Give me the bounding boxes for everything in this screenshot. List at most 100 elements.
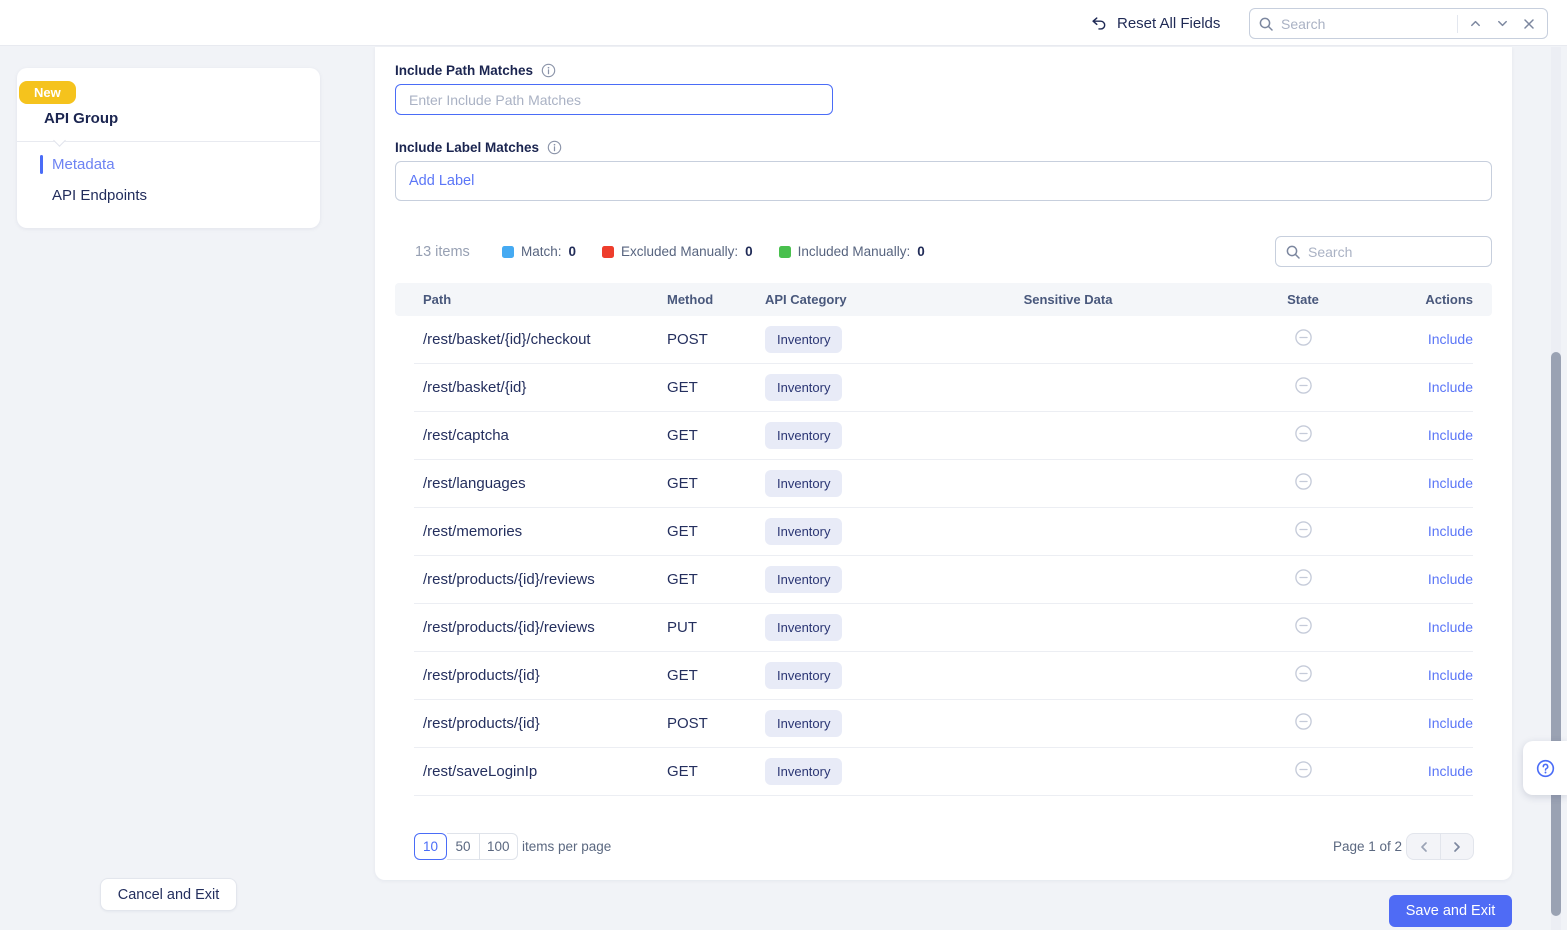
table-row: /rest/products/{id}/reviews PUT Inventor… — [414, 604, 1473, 652]
include-link[interactable]: Include — [1428, 523, 1473, 539]
column-header-state: State — [1211, 292, 1395, 307]
column-header-api-category: API Category — [765, 292, 925, 307]
table-row: /rest/memories GET Inventory Include — [414, 508, 1473, 556]
api-category-badge: Inventory — [765, 566, 842, 593]
add-label-button[interactable]: Add Label — [409, 173, 474, 189]
sidebar-item-api-endpoints[interactable]: API Endpoints — [17, 183, 320, 207]
endpoint-method: GET — [667, 571, 765, 588]
endpoint-method: GET — [667, 427, 765, 444]
page-size-option-50[interactable]: 50 — [447, 833, 480, 860]
sidebar-title: API Group — [44, 110, 118, 127]
sidebar-item-label: Metadata — [52, 156, 115, 173]
minus-circle-icon — [1294, 424, 1313, 443]
reset-all-fields-label: Reset All Fields — [1117, 15, 1220, 32]
legend-item: Included Manually:0 — [779, 244, 925, 259]
table-row: /rest/basket/{id} GET Inventory Include — [414, 364, 1473, 412]
include-link[interactable]: Include — [1428, 763, 1473, 779]
include-link[interactable]: Include — [1428, 715, 1473, 731]
include-link[interactable]: Include — [1428, 427, 1473, 443]
table-header: Path Method API Category Sensitive Data … — [395, 283, 1492, 316]
endpoint-method: GET — [667, 523, 765, 540]
info-icon[interactable] — [541, 63, 556, 78]
include-link[interactable]: Include — [1428, 379, 1473, 395]
api-category-badge: Inventory — [765, 662, 842, 689]
save-and-exit-button[interactable]: Save and Exit — [1389, 895, 1512, 927]
endpoint-method: POST — [667, 715, 765, 732]
top-bar: Reset All Fields — [0, 0, 1567, 46]
table-row: /rest/saveLoginIp GET Inventory Include — [414, 748, 1473, 796]
search-next-chevron-down-icon[interactable] — [1492, 12, 1512, 36]
include-link[interactable]: Include — [1428, 331, 1473, 347]
table-row: /rest/products/{id} POST Inventory Inclu… — [414, 700, 1473, 748]
column-header-sensitive-data: Sensitive Data — [925, 292, 1211, 307]
info-icon[interactable] — [547, 140, 562, 155]
active-indicator-bar — [40, 155, 43, 174]
api-endpoints-panel: Include Path Matches Include Label Match… — [375, 47, 1512, 880]
endpoint-method: POST — [667, 331, 765, 348]
reset-all-fields-button[interactable]: Reset All Fields — [1090, 0, 1220, 46]
previous-page-chevron-left-icon[interactable] — [1407, 834, 1440, 859]
api-category-badge: Inventory — [765, 614, 842, 641]
top-search-input[interactable] — [1281, 16, 1450, 32]
legend-label: Excluded Manually: — [621, 244, 738, 259]
legend-count: 0 — [745, 244, 753, 259]
endpoint-path: /rest/languages — [414, 475, 667, 492]
minus-circle-icon — [1294, 520, 1313, 539]
new-badge: New — [19, 81, 76, 104]
include-path-matches-label: Include Path Matches — [395, 63, 556, 78]
legend-swatch — [502, 246, 514, 258]
scrollbar-track[interactable] — [1551, 47, 1561, 930]
api-category-badge: Inventory — [765, 518, 842, 545]
include-link[interactable]: Include — [1428, 667, 1473, 683]
page-size-option-100[interactable]: 100 — [480, 833, 518, 860]
minus-circle-icon — [1294, 568, 1313, 587]
reset-icon — [1090, 14, 1108, 32]
legend-count: 0 — [569, 244, 577, 259]
endpoint-path: /rest/captcha — [414, 427, 667, 444]
include-link[interactable]: Include — [1428, 475, 1473, 491]
endpoint-path: /rest/basket/{id}/checkout — [414, 331, 667, 348]
search-close-icon[interactable] — [1519, 12, 1539, 36]
endpoint-path: /rest/products/{id}/reviews — [414, 571, 667, 588]
table-body: /rest/basket/{id}/checkout POST Inventor… — [414, 316, 1473, 796]
endpoint-method: GET — [667, 667, 765, 684]
include-label-matches-label: Include Label Matches — [395, 140, 562, 155]
sidebar-item-label: API Endpoints — [52, 187, 147, 204]
scrollbar-thumb[interactable] — [1551, 352, 1561, 916]
api-group-sidebar: New API Group Metadata API Endpoints — [17, 68, 320, 228]
sidebar-divider-notch — [53, 134, 66, 147]
legend-item: Excluded Manually: 0 — [602, 244, 753, 259]
help-button[interactable] — [1523, 741, 1567, 795]
include-link[interactable]: Include — [1428, 619, 1473, 635]
items-per-page-label: items per page — [522, 839, 611, 854]
question-mark-icon — [1535, 758, 1556, 779]
include-link[interactable]: Include — [1428, 571, 1473, 587]
endpoint-method: GET — [667, 475, 765, 492]
legend-swatch — [602, 246, 614, 258]
minus-circle-icon — [1294, 760, 1313, 779]
table-search-box — [1275, 236, 1492, 267]
endpoint-method: PUT — [667, 619, 765, 636]
endpoint-method: GET — [667, 763, 765, 780]
table-row: /rest/languages GET Inventory Include — [414, 460, 1473, 508]
cancel-and-exit-button[interactable]: Cancel and Exit — [100, 878, 237, 911]
table-row: /rest/products/{id}/reviews GET Inventor… — [414, 556, 1473, 604]
minus-circle-icon — [1294, 616, 1313, 635]
sidebar-item-metadata[interactable]: Metadata — [17, 152, 320, 176]
api-category-badge: Inventory — [765, 758, 842, 785]
minus-circle-icon — [1294, 376, 1313, 395]
legend-count: 0 — [917, 244, 925, 259]
include-path-matches-input[interactable] — [395, 84, 833, 115]
page-navigation — [1406, 833, 1474, 860]
legend-swatch — [779, 246, 791, 258]
search-prev-chevron-up-icon[interactable] — [1465, 12, 1485, 36]
page-size-option-10[interactable]: 10 — [414, 833, 447, 860]
page-size-selector: 1050100 — [414, 833, 518, 860]
next-page-chevron-right-icon[interactable] — [1440, 834, 1473, 859]
table-search-input[interactable] — [1308, 244, 1482, 260]
api-category-badge: Inventory — [765, 710, 842, 737]
page: Reset All Fields New API Group — [0, 0, 1567, 930]
api-category-badge: Inventory — [765, 422, 842, 449]
search-icon — [1258, 16, 1274, 32]
legend-label: Match: — [521, 244, 562, 259]
